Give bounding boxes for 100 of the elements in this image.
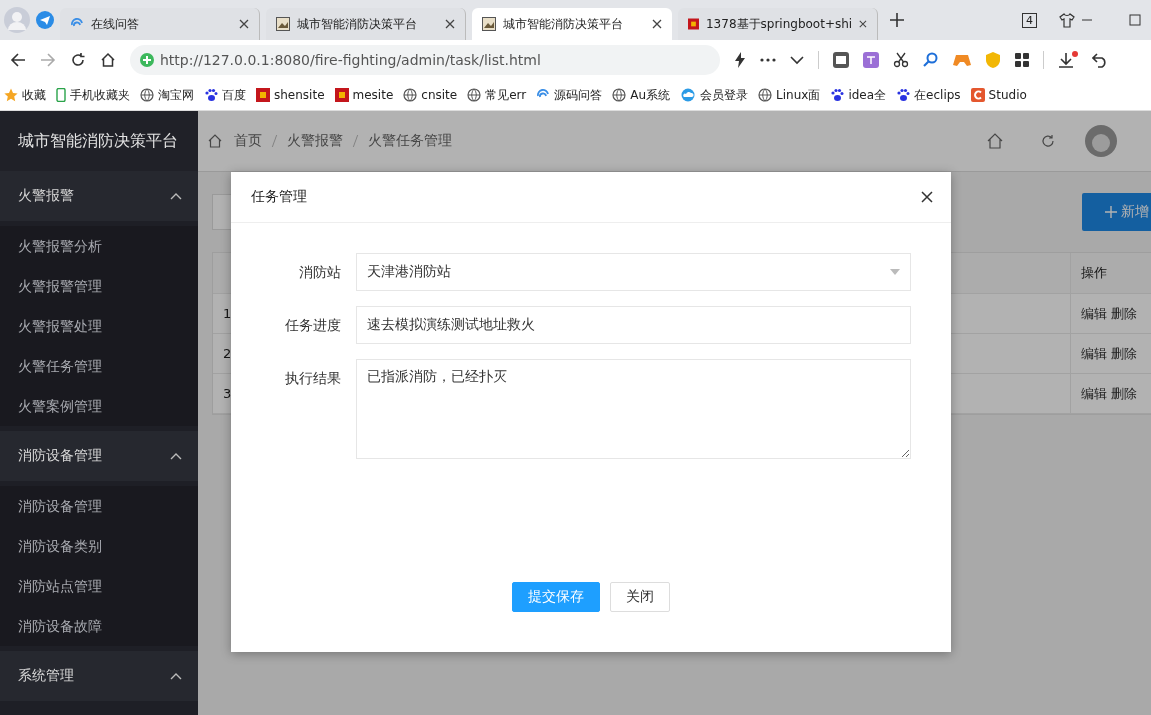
dropdown-icon	[890, 269, 900, 275]
field-label: 消防站	[298, 263, 342, 282]
menu-item[interactable]: 消防设备管理	[0, 486, 198, 526]
browser-tab[interactable]: 城市智能消防决策平台	[266, 8, 466, 40]
avatar[interactable]	[1085, 125, 1117, 157]
phone-icon	[56, 88, 66, 102]
bookmark[interactable]: 常见err	[467, 86, 527, 104]
paw-icon	[830, 88, 845, 102]
bookmark[interactable]: 百度	[204, 86, 246, 104]
tab-title: 城市智能消防决策平台	[297, 15, 418, 33]
menu-item[interactable]: 火警任务管理	[0, 346, 198, 386]
bookmark[interactable]: cnsite	[403, 88, 458, 102]
reload-icon[interactable]	[70, 52, 86, 68]
site-logo-icon	[256, 88, 270, 102]
menu-group[interactable]: 火警报警	[0, 171, 198, 221]
bookmark[interactable]: Studio	[970, 88, 1027, 102]
browser-tab[interactable]: 城市智能消防决策平台	[472, 8, 672, 40]
undo-icon[interactable]	[1092, 52, 1108, 68]
action-link[interactable]: 删除	[1111, 384, 1137, 403]
browser-tab[interactable]: 1378基于springboot+shi	[678, 8, 878, 40]
breadcrumb-link[interactable]: 火警报警	[287, 132, 343, 150]
menu-group[interactable]: 消防设备管理	[0, 431, 198, 481]
input-field[interactable]: 速去模拟演练测试地址救火	[356, 306, 911, 344]
close-button[interactable]: 关闭	[610, 582, 670, 612]
menu-item[interactable]: 火警报警管理	[0, 266, 198, 306]
select-field[interactable]: 天津港消防站	[356, 253, 911, 291]
menu-item[interactable]: 火警报警分析	[0, 226, 198, 266]
bookmark[interactable]: 源码问答	[536, 86, 603, 104]
breadcrumb-link[interactable]: 首页	[234, 132, 262, 150]
cloud-icon	[680, 88, 697, 102]
back-icon[interactable]	[10, 52, 26, 68]
action-link[interactable]: 编辑	[1081, 344, 1107, 363]
refresh-icon[interactable]	[1041, 134, 1055, 148]
image-icon	[482, 17, 496, 31]
scissors-icon[interactable]	[893, 52, 909, 68]
site-logo-icon	[334, 88, 349, 102]
tab-title: 1378基于springboot+shi	[706, 15, 853, 33]
action-link[interactable]: 编辑	[1081, 384, 1107, 403]
close-icon[interactable]	[921, 191, 933, 203]
bookmark[interactable]: 收藏	[4, 86, 46, 104]
bookmark[interactable]: shensite	[256, 88, 325, 102]
menu-item[interactable]: 消防设备类别	[0, 526, 198, 566]
menu-item[interactable]: 火警案例管理	[0, 386, 198, 426]
menu-group[interactable]: 系统管理	[0, 651, 198, 701]
row-number: 1	[222, 306, 233, 321]
tab-count[interactable]: 4	[1022, 12, 1037, 28]
dialog-title: 任务管理	[251, 188, 307, 206]
maximize-icon[interactable]	[1129, 14, 1141, 26]
chevron-icon[interactable]	[790, 55, 804, 65]
shield-icon	[140, 53, 154, 67]
image-icon	[276, 17, 290, 31]
menu-item[interactable]: 消防设备故障	[0, 606, 198, 646]
menu-item[interactable]: 火警报警处理	[0, 306, 198, 346]
row-number: 2	[222, 346, 233, 361]
home-icon[interactable]	[100, 52, 116, 68]
star-icon	[4, 88, 18, 102]
close-icon[interactable]	[859, 19, 867, 29]
bookmark[interactable]: Au系统	[612, 86, 671, 104]
paw-icon	[204, 88, 218, 102]
close-icon[interactable]	[445, 19, 455, 29]
bookmark[interactable]: idea全	[830, 86, 887, 104]
row-number: 3	[222, 386, 233, 401]
home-icon	[208, 134, 222, 148]
globe-icon	[758, 88, 773, 102]
browser-tab[interactable]: 在线问答	[60, 8, 260, 40]
globe-icon	[612, 88, 627, 102]
translate-icon[interactable]	[863, 52, 879, 68]
site-logo-icon	[688, 17, 699, 31]
tab-title: 城市智能消防决策平台	[503, 15, 624, 33]
action-link[interactable]: 编辑	[1081, 304, 1107, 323]
close-icon[interactable]	[239, 19, 249, 29]
close-icon[interactable]	[652, 19, 662, 29]
extension-icon[interactable]	[833, 52, 849, 68]
breadcrumb-link[interactable]: 火警任务管理	[368, 132, 452, 150]
more-icon[interactable]	[760, 58, 776, 62]
paw-icon	[896, 88, 911, 102]
field-label: 执行结果	[284, 369, 342, 388]
action-link[interactable]: 删除	[1111, 304, 1137, 323]
search-icon[interactable]	[923, 52, 939, 68]
c-logo-icon	[970, 88, 985, 102]
bookmark[interactable]: 手机收藏夹	[56, 86, 130, 104]
bookmark[interactable]: 会员登录	[680, 86, 749, 104]
bookmark[interactable]: 在eclips	[896, 86, 961, 104]
bookmark[interactable]: 淘宝网	[140, 86, 194, 104]
lightning-icon[interactable]	[734, 52, 746, 68]
bookmark[interactable]: mesite	[334, 88, 394, 102]
plus-icon	[1105, 206, 1117, 218]
globe-icon	[140, 88, 154, 102]
text-area[interactable]: 已指派消防，已经扑灭	[356, 359, 911, 459]
menu-item[interactable]: 消防站点管理	[0, 566, 198, 606]
add-tab-icon[interactable]	[890, 13, 904, 27]
download-icon[interactable]	[1058, 51, 1078, 69]
bookmark[interactable]: Linux面	[758, 86, 821, 104]
address-field[interactable]: http://127.0.0.1:8080/fire-fighting/admin/task/list.html	[130, 45, 720, 75]
send-icon[interactable]	[36, 11, 54, 29]
action-link[interactable]: 删除	[1111, 344, 1137, 363]
field-label: 任务进度	[284, 316, 342, 335]
apps-icon[interactable]	[1015, 53, 1029, 67]
globe-icon	[467, 88, 482, 102]
shirt-icon[interactable]	[1059, 12, 1075, 28]
